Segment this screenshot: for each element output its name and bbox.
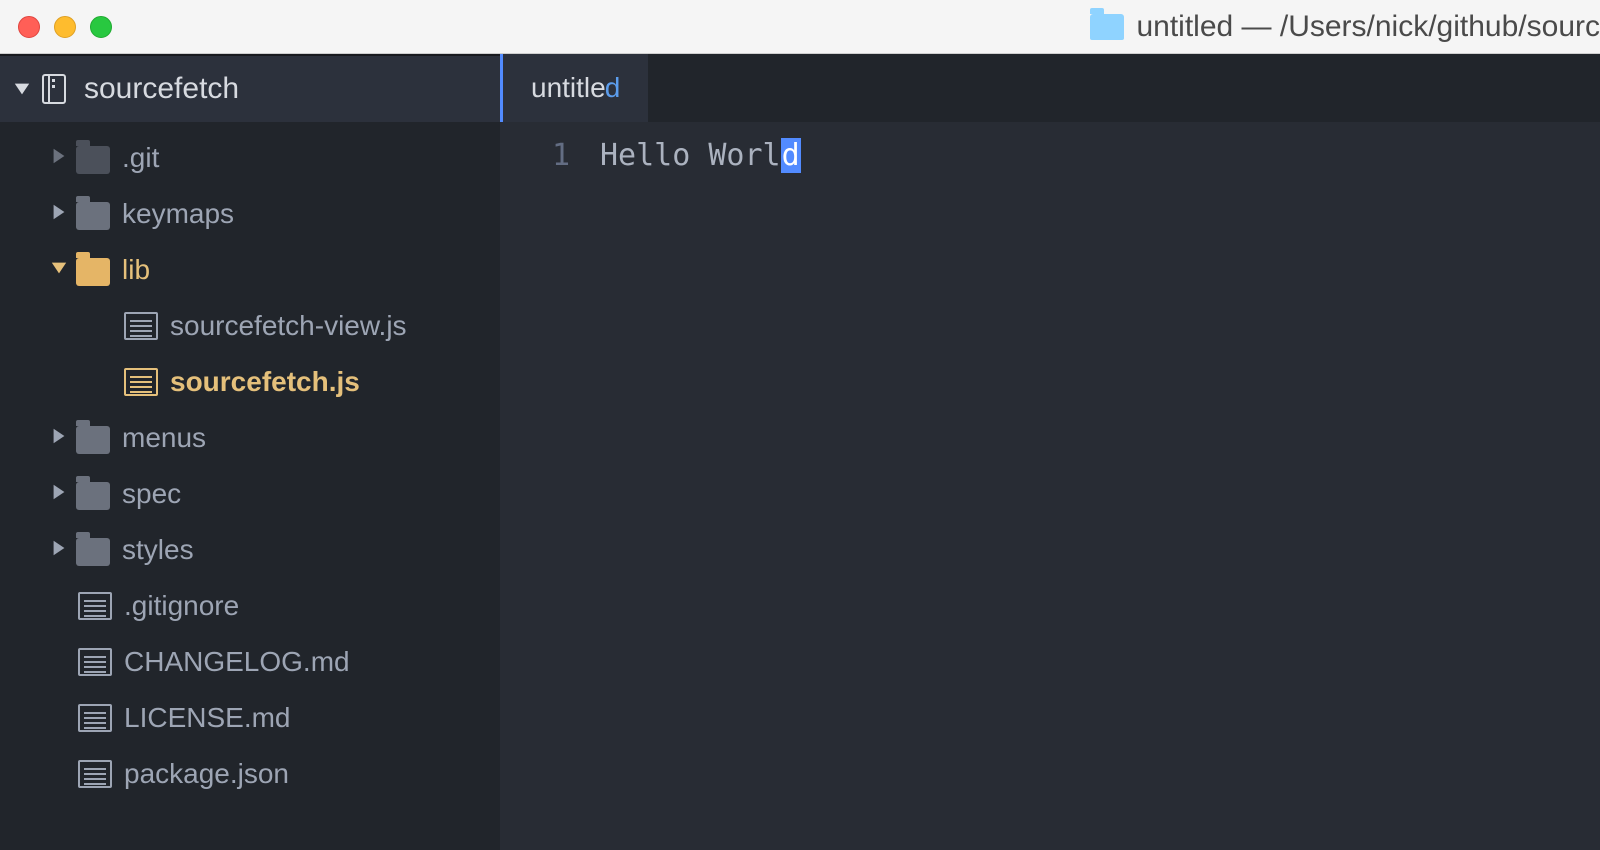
modified-indicator: d — [605, 72, 621, 104]
project-root[interactable]: sourcefetch — [0, 54, 500, 122]
tree-file-changelog[interactable]: CHANGELOG.md — [0, 634, 500, 690]
line-number: 1 — [500, 138, 570, 173]
chevron-down-icon — [8, 73, 36, 105]
chevron-down-icon — [46, 257, 72, 283]
repo-icon — [40, 73, 70, 105]
tree-item-label: sourcefetch-view.js — [170, 310, 407, 342]
folder-icon — [76, 146, 110, 174]
chevron-right-icon — [46, 537, 72, 563]
file-icon — [124, 312, 158, 340]
editor-pane: untitled 1 Hello World — [500, 54, 1600, 850]
tree-file-package-json[interactable]: package.json — [0, 746, 500, 802]
file-icon — [78, 592, 112, 620]
folder-icon — [76, 258, 110, 286]
chevron-right-icon — [46, 481, 72, 507]
tree-item-label: keymaps — [122, 198, 234, 230]
chevron-right-icon — [46, 145, 72, 171]
code-line-1[interactable]: Hello World — [600, 138, 1600, 173]
code-area[interactable]: Hello World — [600, 122, 1600, 850]
tree-item-label: sourcefetch.js — [170, 366, 360, 398]
close-window-button[interactable] — [18, 16, 40, 38]
file-icon — [78, 704, 112, 732]
tree-item-label: .git — [122, 142, 159, 174]
folder-icon — [76, 426, 110, 454]
tree-file-gitignore[interactable]: .gitignore — [0, 578, 500, 634]
tree-folder-keymaps[interactable]: keymaps — [0, 186, 500, 242]
tree-file-license[interactable]: LICENSE.md — [0, 690, 500, 746]
file-icon — [78, 648, 112, 676]
gutter: 1 — [500, 122, 600, 850]
tree-item-label: styles — [122, 534, 194, 566]
project-name: sourcefetch — [84, 72, 239, 106]
file-tree: .git keymaps lib sourcefetch-view.js sou… — [0, 122, 500, 802]
tree-folder-menus[interactable]: menus — [0, 410, 500, 466]
tab-untitled[interactable]: untitled — [500, 54, 648, 122]
window-title: untitled — /Users/nick/github/sourc — [1090, 0, 1600, 53]
chevron-right-icon — [46, 425, 72, 451]
tree-item-label: menus — [122, 422, 206, 454]
tree-folder-styles[interactable]: styles — [0, 522, 500, 578]
document-folder-icon — [1090, 14, 1124, 40]
code-text: Hello Worl — [600, 138, 781, 173]
file-icon — [78, 760, 112, 788]
tab-label: untitle — [531, 72, 606, 104]
tree-folder-lib[interactable]: lib — [0, 242, 500, 298]
folder-icon — [76, 538, 110, 566]
file-icon — [124, 368, 158, 396]
traffic-lights — [0, 16, 112, 38]
tree-item-label: .gitignore — [124, 590, 239, 622]
minimize-window-button[interactable] — [54, 16, 76, 38]
window-title-text: untitled — /Users/nick/github/sourc — [1136, 10, 1600, 44]
tree-item-label: package.json — [124, 758, 289, 790]
tree-item-label: spec — [122, 478, 181, 510]
tree-file-sourcefetch-view[interactable]: sourcefetch-view.js — [0, 298, 500, 354]
project-sidebar: sourcefetch .git keymaps lib sourcefetch… — [0, 54, 500, 850]
editor-body[interactable]: 1 Hello World — [500, 122, 1600, 850]
chevron-right-icon — [46, 201, 72, 227]
window-titlebar: untitled — /Users/nick/github/sourc — [0, 0, 1600, 54]
selection: d — [781, 138, 801, 173]
folder-icon — [76, 202, 110, 230]
tree-item-label: lib — [122, 254, 150, 286]
tree-folder-spec[interactable]: spec — [0, 466, 500, 522]
tree-item-label: CHANGELOG.md — [124, 646, 350, 678]
zoom-window-button[interactable] — [90, 16, 112, 38]
tree-folder-git[interactable]: .git — [0, 130, 500, 186]
tab-bar: untitled — [500, 54, 1600, 122]
tree-file-sourcefetch[interactable]: sourcefetch.js — [0, 354, 500, 410]
tree-item-label: LICENSE.md — [124, 702, 291, 734]
folder-icon — [76, 482, 110, 510]
